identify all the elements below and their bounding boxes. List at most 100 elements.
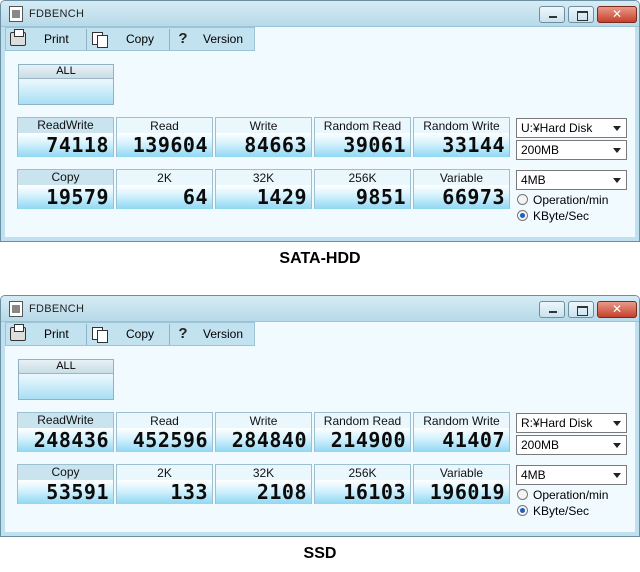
fdbench-window: FDBENCH ✕ Print Copy Version	[0, 0, 640, 242]
minimize-button[interactable]	[539, 301, 565, 318]
printer-icon	[10, 324, 26, 341]
result-256k[interactable]: 256K 9851	[314, 169, 411, 209]
drive-select-value: R:¥Hard Disk	[521, 416, 593, 430]
result-value: 39061	[315, 133, 410, 157]
result-label: Variable	[439, 171, 484, 185]
result-label: Copy	[18, 465, 113, 480]
result-label: Write	[249, 119, 278, 133]
result-label: Variable	[439, 466, 484, 480]
result-read[interactable]: Read 452596	[116, 412, 213, 452]
result-value: 1429	[216, 185, 311, 209]
result-value: 66973	[414, 185, 509, 209]
maximize-button[interactable]	[568, 301, 594, 318]
copy-button[interactable]: Copy	[90, 29, 170, 50]
client-area: Print Copy Version ALL ReadWrite 248436	[5, 322, 635, 532]
result-random-read[interactable]: Random Read 214900	[314, 412, 411, 452]
minimize-button[interactable]	[539, 6, 565, 23]
window-title: FDBENCH	[29, 8, 85, 20]
result-value: 53591	[18, 480, 113, 504]
printer-icon	[10, 29, 26, 46]
toolbar-separator	[86, 29, 87, 50]
radio-selected-icon	[517, 505, 528, 516]
minimize-icon	[540, 302, 564, 317]
copy-label: Copy	[126, 327, 155, 341]
result-label: 256K	[348, 171, 377, 185]
all-button[interactable]: ALL	[18, 359, 114, 400]
result-2k[interactable]: 2K 133	[116, 464, 213, 504]
radio-circle-icon	[517, 194, 528, 205]
size-select[interactable]: 200MB	[516, 140, 627, 160]
result-write[interactable]: Write 284840	[215, 412, 312, 452]
result-variable[interactable]: Variable 196019	[413, 464, 510, 504]
radio-label: Operation/min	[533, 488, 609, 502]
chevron-down-icon	[613, 473, 621, 478]
maximize-button[interactable]	[568, 6, 594, 23]
result-label: 256K	[348, 466, 377, 480]
window-title: FDBENCH	[29, 303, 85, 315]
close-button[interactable]: ✕	[597, 301, 637, 318]
result-256k[interactable]: 256K 16103	[314, 464, 411, 504]
help-icon	[175, 327, 191, 341]
result-value: 9851	[315, 185, 410, 209]
size-select-value: 200MB	[521, 438, 560, 452]
copy-label: Copy	[126, 32, 155, 46]
maximize-icon	[569, 7, 593, 22]
version-label: Version	[203, 32, 244, 46]
result-readwrite[interactable]: ReadWrite 74118	[17, 117, 114, 157]
chevron-down-icon	[613, 178, 621, 183]
all-label: ALL	[19, 360, 113, 374]
toolbar-separator	[86, 324, 87, 345]
radio-circle-icon	[517, 489, 528, 500]
block-select[interactable]: 4MB	[516, 465, 627, 485]
version-label: Version	[203, 327, 244, 341]
chevron-down-icon	[613, 126, 621, 131]
version-button[interactable]: Version	[173, 29, 253, 50]
copy-icon	[92, 327, 108, 343]
result-label: Random Read	[323, 119, 402, 133]
radio-selected-icon	[517, 210, 528, 221]
result-variable[interactable]: Variable 66973	[413, 169, 510, 209]
result-32k[interactable]: 32K 1429	[215, 169, 312, 209]
title-bar[interactable]: FDBENCH ✕	[1, 296, 639, 322]
toolbar: Print Copy Version	[5, 322, 255, 346]
drive-select[interactable]: U:¥Hard Disk	[516, 118, 627, 138]
client-area: Print Copy Version ALL ReadWrite 74118	[5, 27, 635, 237]
result-read[interactable]: Read 139604	[116, 117, 213, 157]
close-button[interactable]: ✕	[597, 6, 637, 23]
close-icon: ✕	[611, 302, 623, 316]
app-icon	[9, 301, 23, 317]
result-random-write[interactable]: Random Write 33144	[413, 117, 510, 157]
result-copy[interactable]: Copy 53591	[17, 464, 114, 504]
print-button[interactable]: Print	[8, 29, 82, 50]
result-value: 84663	[216, 133, 311, 157]
minimize-icon	[540, 7, 564, 22]
result-random-write[interactable]: Random Write 41407	[413, 412, 510, 452]
result-label: Random Write	[423, 119, 500, 133]
print-label: Print	[44, 32, 69, 46]
result-label: Write	[249, 414, 278, 428]
drive-select[interactable]: R:¥Hard Disk	[516, 413, 627, 433]
title-bar[interactable]: FDBENCH ✕	[1, 1, 639, 27]
result-random-read[interactable]: Random Read 39061	[314, 117, 411, 157]
size-select[interactable]: 200MB	[516, 435, 627, 455]
print-button[interactable]: Print	[8, 324, 82, 345]
copy-button[interactable]: Copy	[90, 324, 170, 345]
version-button[interactable]: Version	[173, 324, 253, 345]
result-value: 214900	[315, 428, 410, 452]
toolbar: Print Copy Version	[5, 27, 255, 51]
result-readwrite[interactable]: ReadWrite 248436	[17, 412, 114, 452]
panel-caption: SATA-HDD	[279, 250, 361, 267]
result-32k[interactable]: 32K 2108	[215, 464, 312, 504]
result-label: Read	[150, 119, 179, 133]
result-value: 139604	[117, 133, 212, 157]
result-write[interactable]: Write 84663	[215, 117, 312, 157]
size-select-value: 200MB	[521, 143, 560, 157]
all-button[interactable]: ALL	[18, 64, 114, 105]
result-copy[interactable]: Copy 19579	[17, 169, 114, 209]
block-select[interactable]: 4MB	[516, 170, 627, 190]
result-2k[interactable]: 2K 64	[116, 169, 213, 209]
help-icon	[175, 32, 191, 46]
result-label: 32K	[252, 171, 275, 185]
result-label: Random Write	[423, 414, 500, 428]
result-value: 16103	[315, 480, 410, 504]
